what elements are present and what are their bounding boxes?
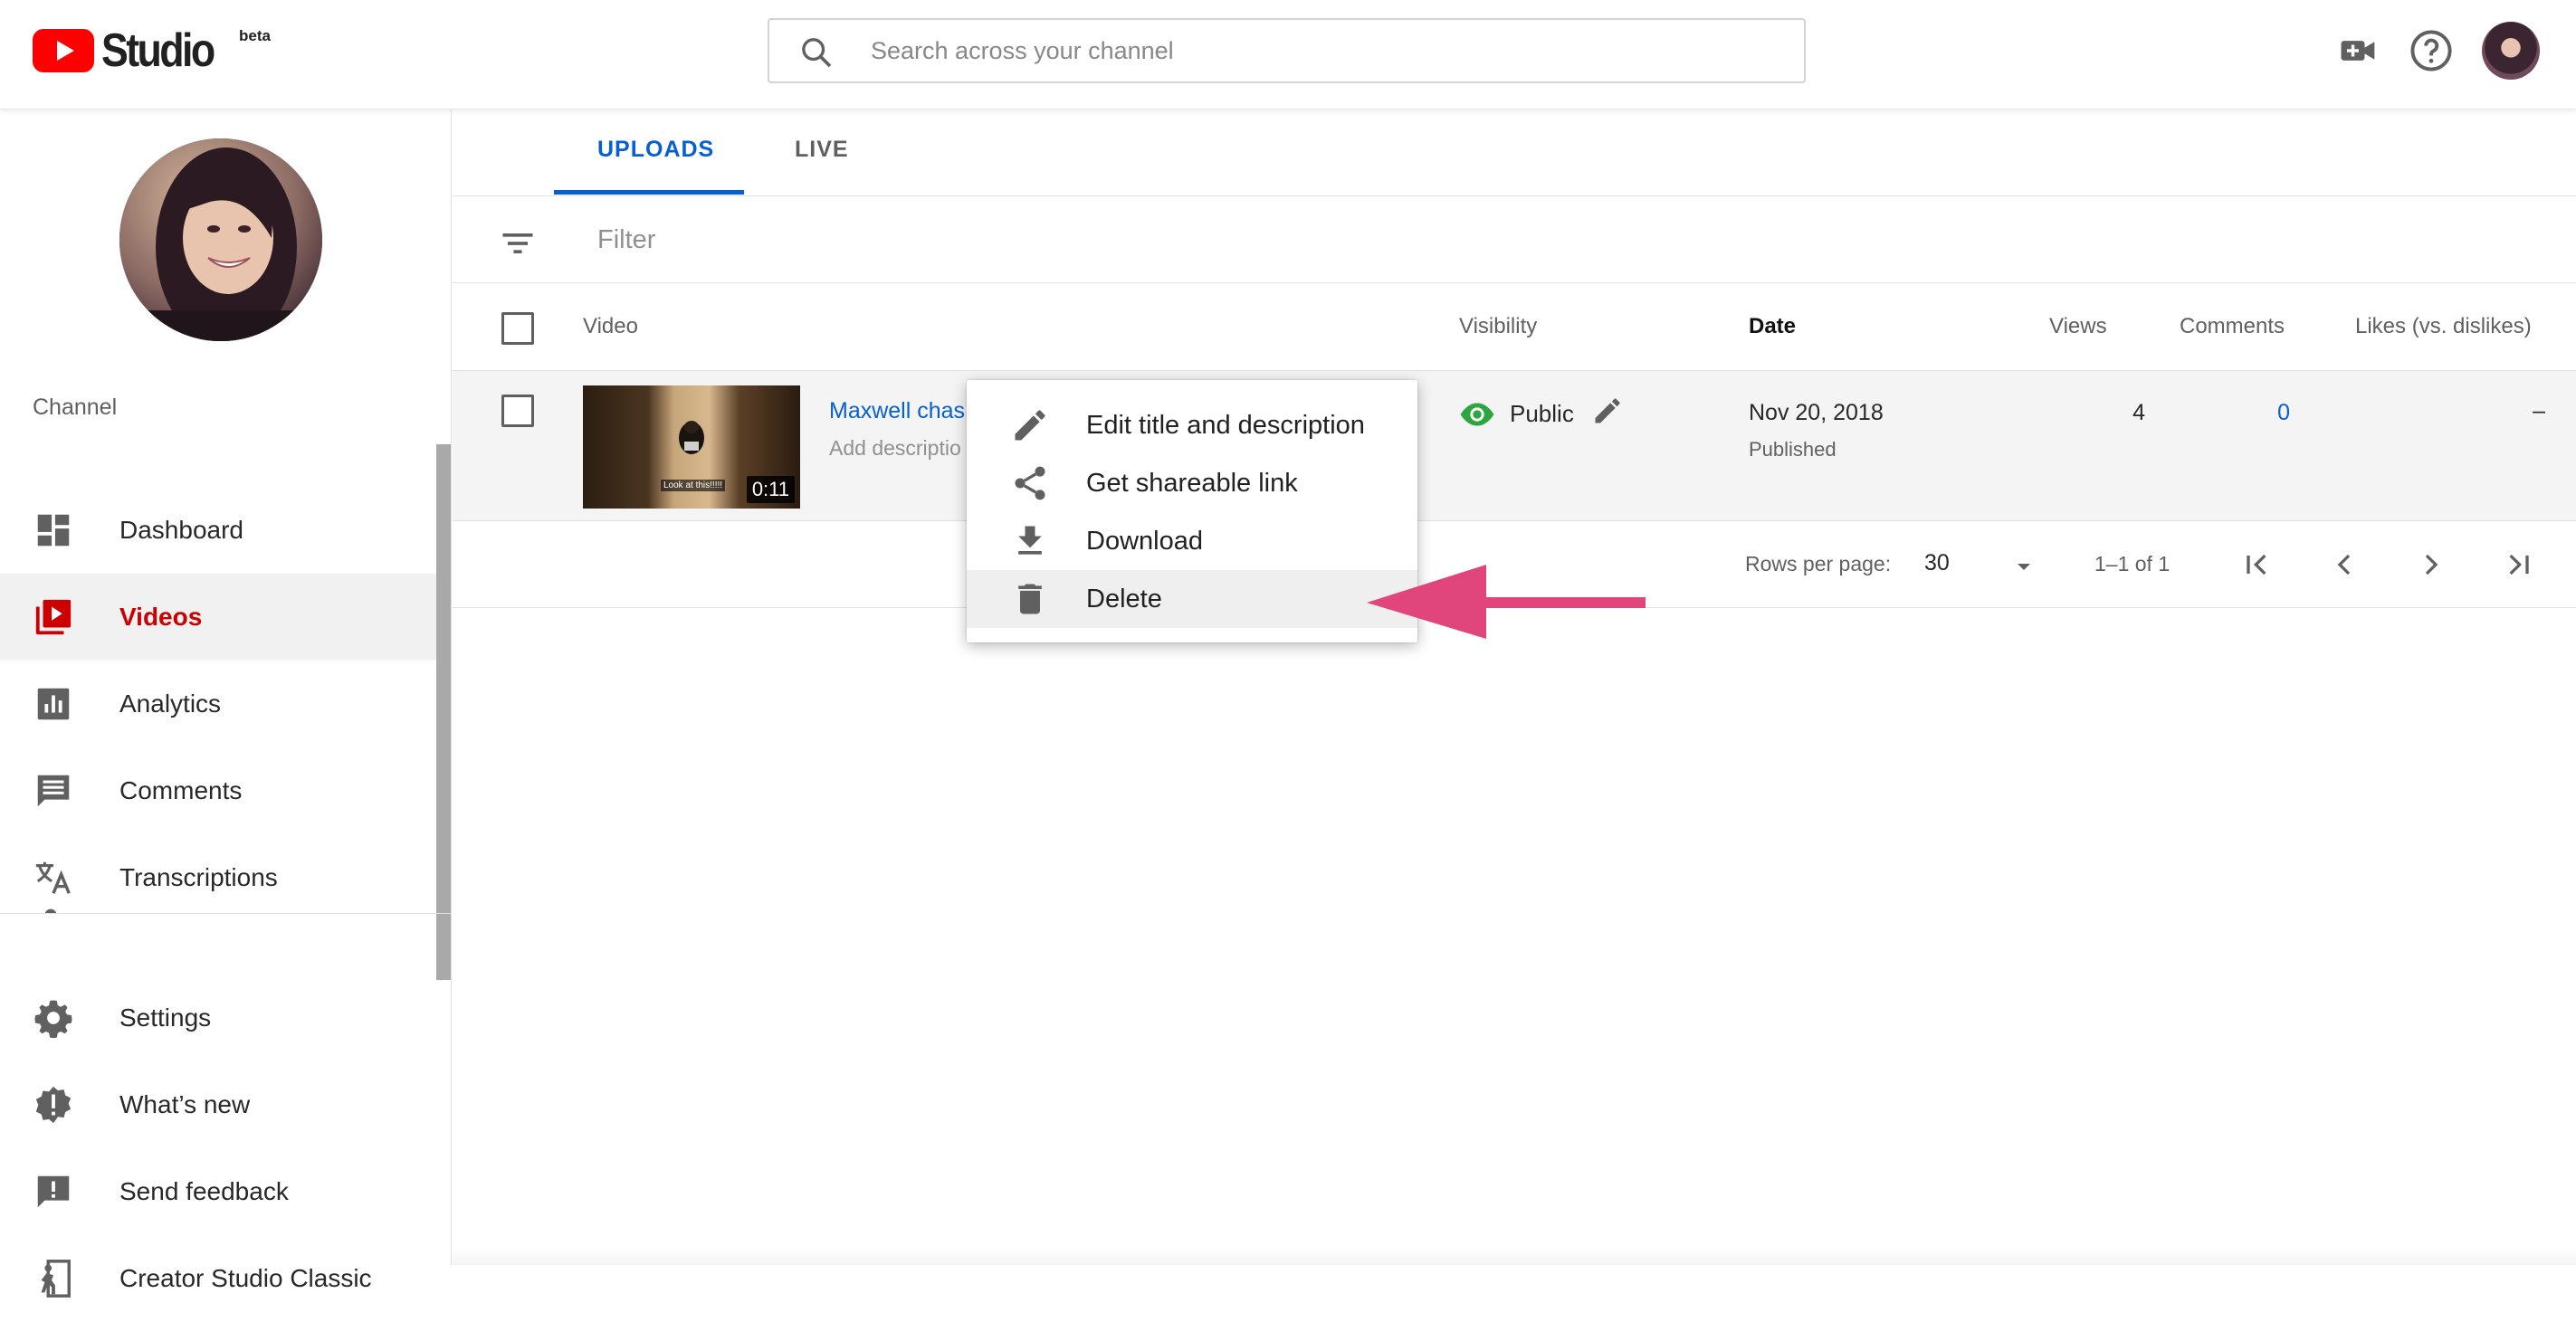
column-header-comments[interactable]: Comments	[2180, 314, 2285, 339]
menu-item-label: Get shareable link	[1086, 468, 1298, 498]
trash-icon	[1018, 584, 1042, 614]
row-checkbox[interactable]	[501, 395, 534, 427]
tab-uploads[interactable]: UPLOADS	[597, 137, 714, 163]
active-tab-indicator	[554, 190, 744, 195]
sidebar-item-label: Send feedback	[119, 1177, 289, 1205]
transcriptions-icon	[35, 861, 71, 894]
sidebar-item-label: Analytics	[119, 690, 222, 718]
filter-input[interactable]	[596, 220, 1139, 260]
video-title-link[interactable]: Maxwell chas	[829, 398, 974, 424]
menu-item-label: Delete	[1086, 584, 1162, 613]
search-icon[interactable]	[798, 34, 835, 71]
first-page-icon[interactable]	[2239, 547, 2275, 583]
account-avatar[interactable]	[2482, 22, 2540, 80]
help-icon[interactable]	[2408, 27, 2455, 74]
youtube-studio-logo[interactable]: Studio beta	[33, 24, 271, 77]
select-all-checkbox[interactable]	[501, 312, 534, 345]
sidebar-item-label: Comments	[119, 776, 243, 804]
rows-per-page-label: Rows per page:	[1745, 552, 1892, 575]
beta-badge: beta	[239, 27, 271, 44]
youtube-play-icon	[33, 29, 94, 72]
column-header-date[interactable]: Date	[1749, 314, 1796, 339]
tab-bar: UPLOADS LIVE	[453, 109, 2576, 196]
top-header: Studio beta	[0, 0, 2576, 109]
search-box[interactable]	[768, 18, 1806, 83]
edit-visibility-icon[interactable]	[1591, 395, 1624, 427]
sidebar-item-label: What’s new	[119, 1090, 251, 1118]
visibility-value[interactable]: Public	[1510, 400, 1574, 428]
download-icon	[1018, 526, 1042, 555]
feedback-icon	[37, 1175, 70, 1208]
menu-item-download[interactable]: Download	[967, 512, 1417, 570]
video-likes: –	[2533, 398, 2545, 423]
filter-icon[interactable]	[498, 224, 538, 263]
rows-per-page-select[interactable]: 30	[1924, 550, 1950, 576]
menu-item-get-shareable-link[interactable]: Get shareable link	[967, 454, 1417, 512]
filter-bar	[453, 196, 2576, 283]
tab-live[interactable]: LIVE	[795, 137, 849, 163]
sidebar-item-send-feedback[interactable]: Send feedback	[0, 1148, 444, 1235]
menu-item-edit-title[interactable]: Edit title and description	[967, 396, 1417, 454]
pencil-icon	[1015, 410, 1045, 441]
sidebar-item-creator-studio-classic[interactable]: Creator Studio Classic	[0, 1235, 444, 1322]
dashboard-icon	[37, 514, 70, 547]
search-input[interactable]	[869, 29, 1774, 72]
page-range: 1–1 of 1	[2094, 552, 2171, 575]
share-icon	[1015, 466, 1045, 500]
sidebar-item-analytics[interactable]: Analytics	[0, 661, 444, 747]
video-duration-badge: 0:11	[746, 476, 795, 503]
previous-page-icon[interactable]	[2326, 547, 2362, 583]
sidebar-item-label: Dashboard	[119, 516, 243, 544]
channel-section-label: Channel	[33, 395, 118, 420]
bottom-edge	[453, 1247, 2576, 1265]
menu-item-label: Edit title and description	[1086, 410, 1365, 440]
column-header-video: Video	[583, 314, 638, 338]
video-description[interactable]: Add descriptio	[829, 436, 974, 461]
whats-new-icon	[35, 1086, 72, 1124]
column-header-visibility: Visibility	[1459, 314, 1538, 338]
column-header-views[interactable]: Views	[2049, 314, 2107, 339]
eye-icon	[1460, 403, 1494, 426]
video-options-menu: Edit title and description Get shareable…	[967, 380, 1417, 642]
thumbnail-caption: Look at this!!!!!	[661, 480, 726, 491]
menu-item-label: Download	[1086, 526, 1203, 556]
next-page-icon[interactable]	[2413, 547, 2449, 583]
main-content: UPLOADS LIVE Video Visibility Date Views…	[453, 109, 2576, 1265]
table-header: Video Visibility Date Views Comments Lik…	[453, 283, 2576, 371]
sidebar-divider	[0, 913, 452, 914]
channel-avatar-image	[119, 138, 322, 341]
video-date: Nov 20, 2018	[1749, 400, 1884, 425]
videos-icon	[35, 599, 72, 635]
sidebar-item-label: Creator Studio Classic	[119, 1264, 372, 1292]
video-views: 4	[2132, 400, 2145, 425]
classic-icon	[41, 1260, 71, 1298]
create-video-icon[interactable]	[2335, 27, 2382, 74]
column-header-likes[interactable]: Likes (vs. dislikes)	[2355, 314, 2532, 339]
table-row[interactable]: Look at this!!!!! 0:11 Maxwell chas Add …	[453, 371, 2576, 521]
analytics-icon	[37, 688, 70, 720]
menu-item-delete[interactable]: Delete	[967, 570, 1417, 628]
video-status: Published	[1749, 438, 1837, 461]
sidebar-item-label: Transcriptions	[119, 863, 278, 891]
gear-icon	[34, 1000, 72, 1039]
video-thumbnail[interactable]: Look at this!!!!! 0:11	[583, 385, 800, 509]
sidebar-item-label: Settings	[119, 1003, 212, 1032]
sidebar-item-settings[interactable]: Settings	[0, 975, 444, 1061]
annotation-arrow-icon	[1367, 565, 1646, 639]
sidebar-item-comments[interactable]: Comments	[0, 747, 444, 834]
chevron-down-icon[interactable]	[2013, 556, 2035, 577]
sidebar: Channel Dashboard Videos Analytics Comme…	[0, 109, 452, 1298]
sidebar-scrollbar[interactable]	[436, 444, 451, 980]
comments-icon	[37, 775, 70, 807]
sidebar-item-label: Videos	[119, 603, 203, 631]
sidebar-item-videos[interactable]: Videos	[0, 574, 444, 661]
channel-avatar[interactable]	[119, 138, 322, 341]
video-comments-link[interactable]: 0	[2254, 400, 2290, 426]
logo-text: Studio	[101, 24, 215, 77]
sidebar-item-whats-new[interactable]: What’s new	[0, 1061, 444, 1148]
sidebar-item-dashboard[interactable]: Dashboard	[0, 487, 444, 574]
last-page-icon[interactable]	[2500, 547, 2536, 583]
